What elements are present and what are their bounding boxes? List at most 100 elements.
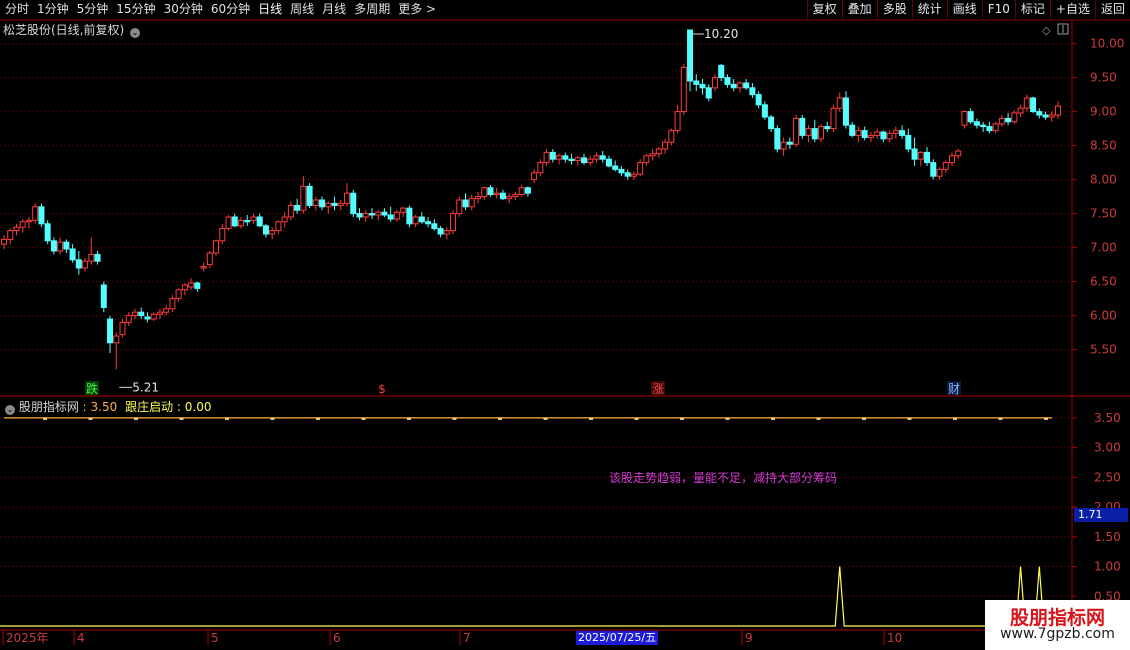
watermark-url: www.7gpzb.com	[1000, 626, 1115, 642]
ind-y-tick-label-5: 1.00	[1094, 560, 1121, 574]
candle-body	[487, 187, 494, 196]
candle-body	[25, 219, 32, 223]
toolbar-button-3[interactable]: 统计	[911, 0, 947, 19]
period-tab-8[interactable]: 月线	[319, 1, 351, 18]
candle-body	[799, 117, 806, 136]
candle-body	[19, 221, 26, 228]
toolbar-button-6[interactable]: 标记	[1014, 0, 1050, 19]
candle-body	[269, 230, 276, 235]
candle-body	[443, 230, 450, 235]
candle-body	[693, 80, 700, 85]
toolbar-button-5[interactable]: F10	[981, 0, 1015, 19]
y-tick-label-4: 8.00	[1090, 173, 1117, 187]
candle-body	[743, 82, 750, 89]
toolbar-button-8[interactable]: 返回	[1094, 0, 1130, 19]
candle-body	[107, 318, 114, 344]
candle-body	[687, 29, 694, 82]
x-tick-label-1: 4	[77, 631, 85, 645]
candle-body	[855, 130, 862, 136]
candle-body	[337, 202, 344, 206]
candle-body	[131, 311, 138, 317]
candle-body	[537, 162, 544, 174]
toolbar-button-4[interactable]: 画线	[946, 0, 982, 19]
candle-body	[474, 196, 481, 200]
candle-body	[113, 335, 120, 344]
candle-body	[911, 148, 918, 160]
toolbar-button-7[interactable]: +自选	[1049, 0, 1095, 19]
period-tab-1[interactable]: 1分钟	[34, 1, 74, 18]
candle-body	[549, 151, 556, 160]
chevron-down-icon[interactable]: ⌄	[130, 28, 141, 38]
candle-body	[512, 194, 519, 198]
period-tab-6[interactable]: 日线	[255, 1, 287, 18]
candle-body	[88, 253, 95, 262]
candle-body	[830, 107, 837, 130]
candle-body	[306, 185, 313, 206]
candle-body	[1023, 97, 1030, 109]
toolbar-button-1[interactable]: 叠加	[841, 0, 877, 19]
candle-body	[219, 228, 226, 242]
candle-body	[643, 155, 650, 164]
candle-body	[493, 192, 500, 196]
indicator-panel-title[interactable]: ⌄ 股朋指标网 : 3.50 跟庄启动 : 0.00	[3, 398, 212, 415]
period-tab-2[interactable]: 5分钟	[74, 1, 114, 18]
period-tab-0[interactable]: 分时	[2, 1, 34, 18]
period-tab-4[interactable]: 30分钟	[161, 1, 208, 18]
candle-body	[437, 228, 444, 235]
candle-body	[138, 311, 145, 317]
toolbar-button-2[interactable]: 多股	[876, 0, 912, 19]
candle-body	[793, 117, 800, 145]
candle-body	[543, 151, 550, 164]
candle-body	[630, 173, 637, 177]
candle-body	[231, 216, 238, 227]
candle-body	[344, 192, 351, 204]
candle-body	[936, 168, 943, 177]
chevron-down-icon[interactable]: ⌄	[5, 405, 15, 415]
candle-body	[967, 111, 974, 123]
candle-body	[524, 187, 531, 194]
candle-body	[356, 213, 363, 218]
period-tab-5[interactable]: 60分钟	[208, 1, 255, 18]
period-tabs: 分时 1分钟 5分钟 15分钟 30分钟 60分钟 日线 周线 月线 多周期 更多 >	[2, 1, 441, 18]
candle-body	[1011, 112, 1018, 123]
candle-body	[1055, 105, 1061, 116]
candle-body	[562, 155, 569, 160]
candle-body	[119, 321, 126, 336]
candle-body	[468, 198, 475, 208]
toolbar-button-0[interactable]: 复权	[806, 0, 842, 19]
x-tick-label-6: 9	[745, 631, 753, 645]
candle-body	[425, 221, 432, 225]
candle-body	[381, 211, 388, 216]
candle-body	[200, 266, 207, 269]
indicator-name: 股朋指标网	[18, 400, 79, 414]
period-tab-3[interactable]: 15分钟	[113, 1, 160, 18]
candle-body	[917, 151, 924, 160]
x-tick-label-0: 2025年	[6, 631, 49, 645]
candle-body	[350, 192, 357, 215]
candle-body	[711, 77, 718, 89]
candle-body	[892, 130, 899, 134]
y-tick-label-8: 6.00	[1090, 309, 1117, 323]
candle-body	[294, 204, 301, 211]
candle-body	[861, 130, 868, 138]
event-marker: 跌	[86, 381, 98, 396]
current-value-label: 1.71	[1074, 508, 1128, 522]
candle-body	[718, 64, 725, 79]
candle-body	[1030, 97, 1037, 113]
date-cursor-label: 2025/07/25/五	[576, 631, 659, 645]
candle-body	[655, 148, 662, 155]
main-panel-title[interactable]: 松芝股份(日线,前复权) ⌄	[3, 21, 141, 38]
period-tab-7[interactable]: 周线	[287, 1, 319, 18]
candle-body	[194, 282, 201, 289]
period-tab-9[interactable]: 多周期	[351, 1, 395, 18]
candle-body	[724, 77, 731, 85]
candle-body	[506, 196, 513, 200]
candle-body	[818, 126, 825, 140]
candle-body	[587, 158, 594, 164]
period-tab-10[interactable]: 更多 >	[395, 1, 441, 18]
y-tick-label-0: 10.00	[1090, 37, 1124, 51]
candle-body	[699, 83, 706, 89]
candle-body	[1036, 111, 1043, 116]
candle-body	[150, 313, 157, 320]
candle-body	[281, 216, 288, 223]
